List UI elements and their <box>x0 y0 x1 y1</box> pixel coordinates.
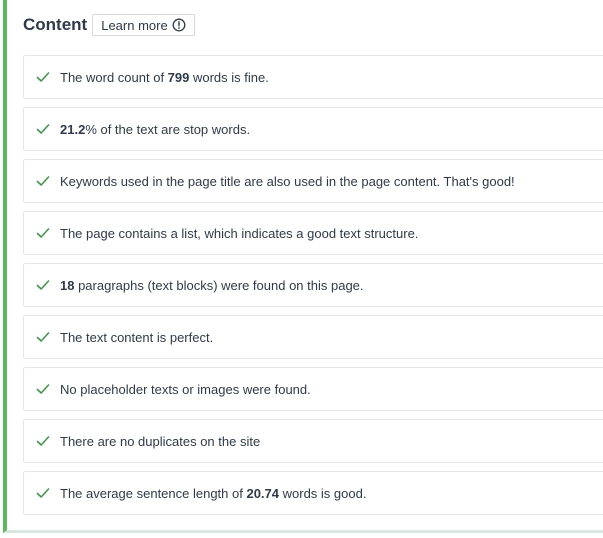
content-section: Content Learn more The word count of 799… <box>3 0 603 533</box>
checkmark-icon <box>35 69 51 85</box>
section-header: Content Learn more <box>23 13 195 37</box>
check-item-text: The word count of 799 words is fine. <box>60 69 269 85</box>
check-item: 21.2% of the text are stop words. <box>23 107 603 151</box>
check-item-text: The page contains a list, which indicate… <box>60 225 419 241</box>
check-item: The text content is perfect. <box>23 315 603 359</box>
checkmark-icon <box>35 433 51 449</box>
learn-more-label: Learn more <box>101 17 168 33</box>
checks-list: The word count of 799 words is fine. 21.… <box>23 55 603 523</box>
info-circle-icon <box>172 18 186 32</box>
checkmark-icon <box>35 277 51 293</box>
check-item: The page contains a list, which indicate… <box>23 211 603 255</box>
check-item-text: There are no duplicates on the site <box>60 433 261 449</box>
check-item-text: 21.2% of the text are stop words. <box>60 121 251 137</box>
learn-more-button[interactable]: Learn more <box>92 14 195 36</box>
check-item: Keywords used in the page title are also… <box>23 159 603 203</box>
check-item-text: 18 paragraphs (text blocks) were found o… <box>60 277 364 293</box>
check-item-text: The text content is perfect. <box>60 329 214 345</box>
check-item-text: The average sentence length of 20.74 wor… <box>60 485 367 501</box>
checkmark-icon <box>35 121 51 137</box>
checkmark-icon <box>35 173 51 189</box>
check-item: 18 paragraphs (text blocks) were found o… <box>23 263 603 307</box>
checkmark-icon <box>35 381 51 397</box>
check-item: The average sentence length of 20.74 wor… <box>23 471 603 515</box>
check-item: There are no duplicates on the site <box>23 419 603 463</box>
check-item: The word count of 799 words is fine. <box>23 55 603 99</box>
check-item: No placeholder texts or images were foun… <box>23 367 603 411</box>
section-title: Content <box>23 15 88 34</box>
checkmark-icon <box>35 485 51 501</box>
check-item-text: Keywords used in the page title are also… <box>60 173 515 189</box>
check-item-text: No placeholder texts or images were foun… <box>60 381 311 397</box>
checkmark-icon <box>35 225 51 241</box>
checkmark-icon <box>35 329 51 345</box>
